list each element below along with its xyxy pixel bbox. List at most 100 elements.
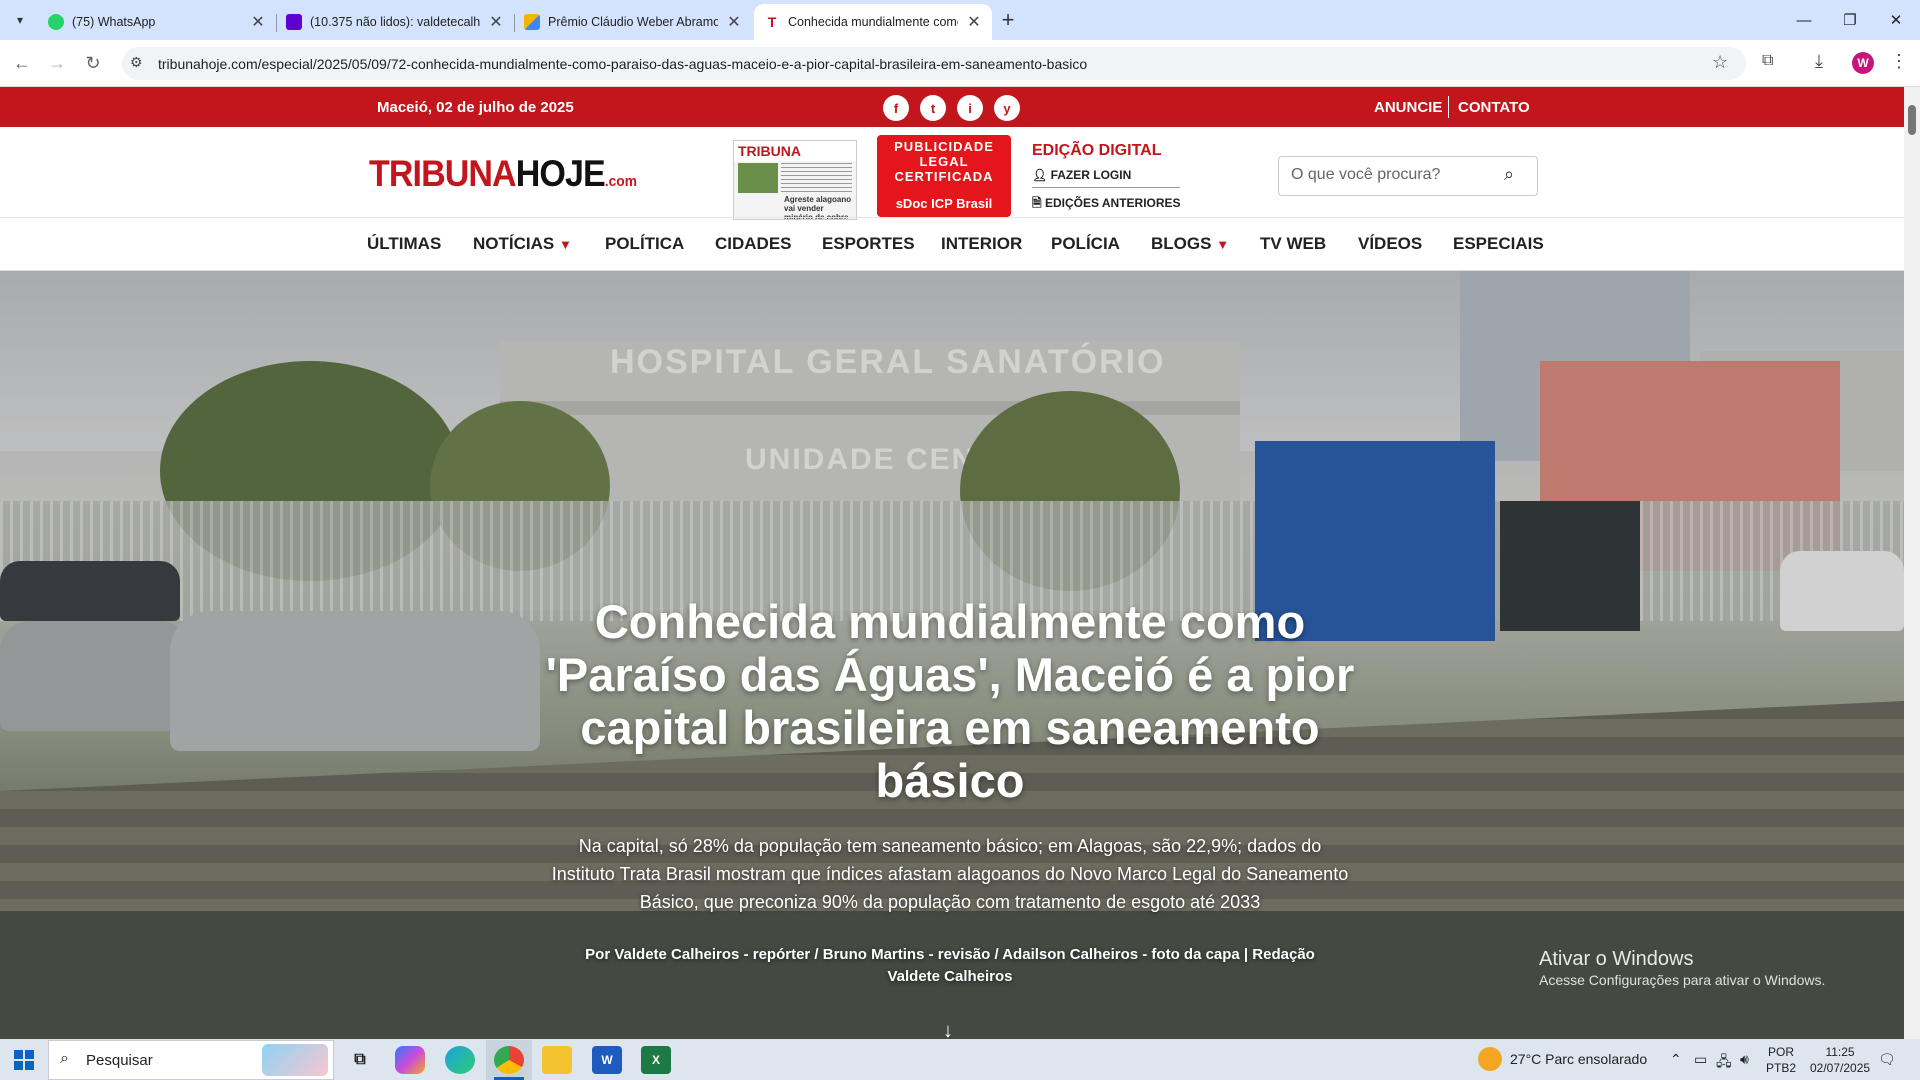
site-top-bar [0,87,1904,127]
excel-icon[interactable]: X [641,1046,671,1074]
nav-ultimas[interactable]: ÚLTIMAS [367,234,441,254]
reload-icon[interactable]: ↻ [79,49,107,77]
contato-link[interactable]: CONTATO [1458,99,1530,116]
paper-masthead: TRIBUNA [734,141,856,161]
url-text[interactable]: tribunahoje.com/especial/2025/05/09/72-c… [158,56,1087,72]
system-clock[interactable]: 11:25 02/07/2025 [1810,1044,1870,1076]
clock-date: 02/07/2025 [1810,1061,1871,1075]
tab-active-article[interactable]: T Conhecida mundialmente como ✕ [754,4,992,40]
restore-button[interactable]: ❐ [1827,0,1873,40]
tab-title: (75) WhatsApp [72,15,156,29]
logo-com: .com [604,173,637,190]
windows-activation-title: Ativar o Windows [1539,948,1694,970]
nav-interior[interactable]: INTERIOR [941,234,1022,254]
extensions-icon[interactable]: ⧉ [1762,52,1773,70]
file-explorer-icon[interactable] [542,1046,572,1074]
tab-title: Conhecida mundialmente como [788,15,958,29]
nav-cidades[interactable]: CIDADES [715,234,792,254]
youtube-icon[interactable]: y [994,95,1020,121]
menu-kebab-icon[interactable]: ⋮ [1890,51,1908,72]
nav-noticias[interactable]: NOTÍCIAS ▼ [473,234,572,254]
twitter-icon[interactable]: t [920,95,946,121]
weather-sun-icon [1478,1047,1502,1071]
new-tab-button[interactable]: + [994,6,1022,34]
anuncie-link[interactable]: ANUNCIE [1374,99,1442,116]
whatsapp-icon [48,14,64,30]
nav-especiais[interactable]: ESPECIAIS [1453,234,1544,254]
login-link[interactable]: 👤︎ FAZER LOGIN [1032,168,1131,182]
digital-edition-thumbnail[interactable]: TRIBUNA Agreste alagoano vai vender miné… [733,140,857,220]
badge-line2: CERTIFICADA [894,169,994,184]
back-icon[interactable]: ← [8,49,36,77]
nav-esportes[interactable]: ESPORTES [822,234,915,254]
task-view-icon[interactable]: ⧉ [345,1046,375,1074]
network-icon[interactable]: 🖧︎ [1716,1051,1732,1075]
clock-time: 11:25 [1825,1045,1855,1059]
chevron-down-icon: ▼ [1216,237,1230,252]
copilot-icon[interactable] [395,1046,425,1074]
nav-tv-web[interactable]: TV WEB [1260,234,1326,254]
search-input[interactable] [1291,166,1491,184]
tray-chevron-icon[interactable]: ⌃ [1670,1051,1682,1068]
tab-title: (10.375 não lidos): valdetecalheiros [310,15,480,29]
weather-text[interactable]: 27°C Parc ensolarado [1510,1051,1647,1067]
divider [1448,96,1449,118]
article-credits: Por Valdete Calheiros - repórter / Bruno… [585,946,1315,985]
site-logo[interactable]: TRIBUNAHOJE.com [369,153,637,195]
download-icon[interactable]: ⤓ [1815,51,1823,72]
forward-icon[interactable]: → [43,49,71,77]
volume-icon[interactable]: 🔊︎ [1740,1051,1749,1068]
lang-primary: POR [1768,1045,1795,1059]
profile-avatar[interactable]: W [1852,52,1874,74]
close-window-button[interactable]: ✕ [1873,0,1919,40]
tab-title: Prêmio Cláudio Weber Abramo [548,15,718,29]
chevron-down-icon: ▼ [558,237,572,252]
minimize-button[interactable]: — [1781,0,1827,40]
instagram-icon[interactable]: i [957,95,983,121]
word-icon[interactable]: W [592,1046,622,1074]
close-icon[interactable]: ✕ [488,12,504,32]
site-info-icon[interactable]: ⚙ [130,54,143,71]
search-highlight-image [262,1044,328,1076]
facebook-icon[interactable]: f [883,95,909,121]
close-icon[interactable]: ✕ [966,12,982,32]
close-icon[interactable]: ✕ [250,12,266,32]
tab-search-chevron-icon[interactable]: ▾ [8,10,32,30]
award-icon [524,14,540,30]
lang-secondary: PTB2 [1766,1061,1797,1075]
nav-label: BLOGS [1151,234,1212,253]
meet-icon[interactable]: ▭ [1694,1051,1707,1068]
publicidade-legal-badge[interactable]: PUBLICIDADE LEGAL CERTIFICADA sDoc ICP B… [877,135,1011,217]
document-icon: 🗎︎ [1032,196,1045,210]
scrollbar-thumb[interactable] [1908,105,1916,135]
tab-mail[interactable]: (10.375 não lidos): valdetecalheiros ✕ [276,4,515,40]
user-icon: 👤︎ [1032,168,1051,182]
edicoes-anteriores-link[interactable]: 🗎︎ EDIÇÕES ANTERIORES [1032,194,1181,215]
nav-label: NOTÍCIAS [473,234,555,253]
tab-premio[interactable]: Prêmio Cláudio Weber Abramo ✕ [514,4,752,40]
search-icon: ⌕ [60,1050,69,1067]
chrome-icon[interactable] [494,1046,524,1074]
search-icon[interactable]: ⌕ [1504,164,1514,185]
badge-line1: PUBLICIDADE LEGAL [894,139,994,169]
language-indicator[interactable]: POR PTB2 [1766,1044,1796,1076]
edge-icon[interactable] [445,1046,475,1074]
login-label: FAZER LOGIN [1050,168,1132,182]
logo-red: TRIBUNA [369,153,517,194]
logo-black: HOJE [515,153,606,194]
notifications-icon[interactable]: 🗨︎ [1878,1051,1896,1068]
page-scrollbar[interactable] [1904,87,1920,1039]
nav-politica[interactable]: POLÍTICA [605,234,684,254]
close-icon[interactable]: ✕ [726,12,742,32]
nav-blogs[interactable]: BLOGS ▼ [1151,234,1229,254]
nav-policia[interactable]: POLÍCIA [1051,234,1120,254]
bookmark-star-icon[interactable]: ☆ [1712,52,1728,73]
mail-icon [286,14,302,30]
taskbar-search-label: Pesquisar [86,1052,153,1069]
divider [1032,187,1180,188]
windows-start-icon[interactable] [14,1050,34,1070]
edicao-digital-title[interactable]: EDIÇÃO DIGITAL [1032,142,1161,160]
nav-videos[interactable]: VÍDEOS [1358,234,1422,254]
search-box [1278,156,1538,196]
tab-whatsapp[interactable]: (75) WhatsApp ✕ [38,4,277,40]
